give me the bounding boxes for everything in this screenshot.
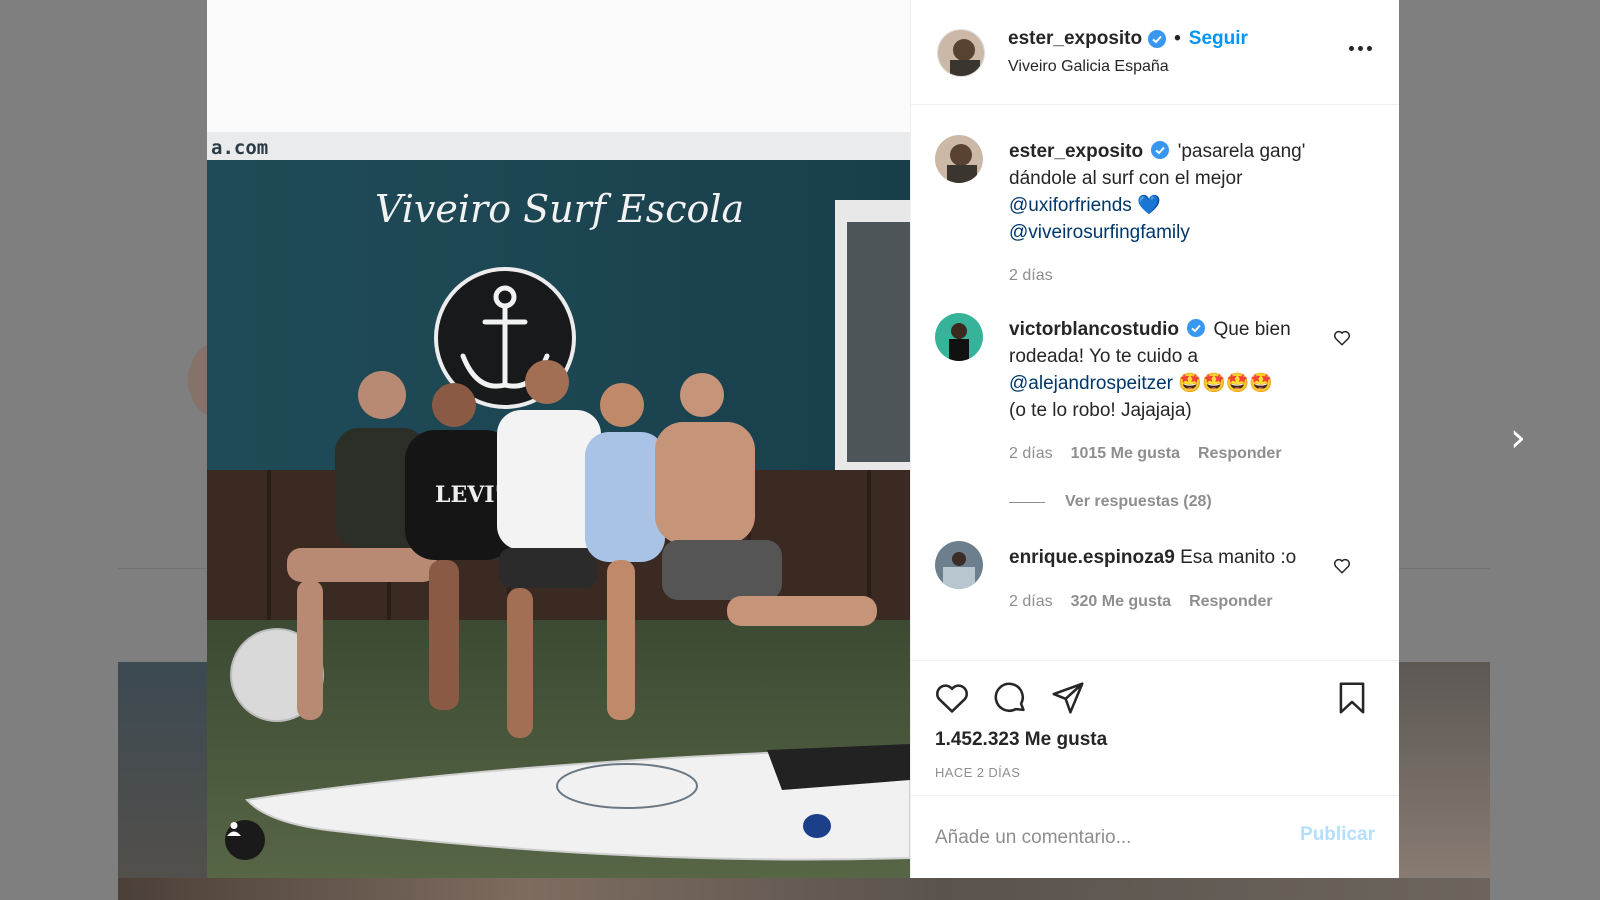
mention-link[interactable]: @alejandrospeitzer xyxy=(1009,373,1173,394)
comments-list[interactable]: ester_exposito 'pasarela gang' dándole a… xyxy=(911,105,1399,660)
publish-button[interactable]: Publicar xyxy=(1300,824,1375,846)
mention-link[interactable]: @uxiforfriends xyxy=(1009,195,1132,216)
avatar[interactable] xyxy=(935,135,983,183)
view-replies-button[interactable]: Ver respuestas (28) xyxy=(1009,493,1212,511)
backdrop-thumbnail-row xyxy=(118,878,1490,900)
comment-username[interactable]: victorblancostudio xyxy=(1009,319,1179,340)
comment-username[interactable]: enrique.espinoza9 xyxy=(1009,547,1175,568)
comment-icon[interactable] xyxy=(991,679,1029,717)
comment-text-part: (o te lo robo! Jajajaja) xyxy=(1009,400,1192,421)
follow-button[interactable]: Seguir xyxy=(1189,28,1248,50)
chevron-right-icon[interactable]: › xyxy=(1500,418,1536,458)
comment-meta: 2 días 320 Me gusta Responder xyxy=(1009,593,1273,611)
caption-text: ester_exposito 'pasarela gang' dándole a… xyxy=(1009,138,1319,246)
post-header: ester_exposito • Seguir Viveiro Galicia … xyxy=(911,0,1399,105)
more-icon[interactable] xyxy=(1345,38,1375,58)
post-photo: a.com Viveiro Surf Escola LEVI'S xyxy=(207,0,910,878)
verified-icon xyxy=(1148,30,1167,48)
post-actions: 1.452.323 Me gusta HACE 2 DÍAS xyxy=(911,660,1399,795)
avatar[interactable] xyxy=(935,313,983,361)
post-side-panel: ester_exposito • Seguir Viveiro Galicia … xyxy=(910,0,1399,878)
comment-text: enrique.espinoza9 Esa manito :o xyxy=(1009,544,1319,571)
post-location[interactable]: Viveiro Galicia España xyxy=(1008,58,1169,76)
mention-link[interactable]: @viveirosurfingfamily xyxy=(1009,222,1190,243)
comment-likes[interactable]: 1015 Me gusta xyxy=(1071,445,1180,463)
reply-button[interactable]: Responder xyxy=(1198,445,1282,463)
reply-button[interactable]: Responder xyxy=(1189,593,1273,611)
post-timestamp: HACE 2 DÍAS xyxy=(935,765,1021,780)
author-username[interactable]: ester_exposito xyxy=(1008,28,1142,50)
comment-text-part: Esa manito :o xyxy=(1180,547,1297,568)
comment-meta: 2 días 1015 Me gusta Responder xyxy=(1009,445,1282,463)
post-author: ester_exposito • Seguir xyxy=(1008,28,1248,50)
backdrop-thumbnail xyxy=(118,662,210,900)
comment-likes[interactable]: 320 Me gusta xyxy=(1071,593,1171,611)
heart-icon[interactable] xyxy=(1333,329,1353,349)
user-tag-icon[interactable] xyxy=(225,820,265,860)
view-replies-label: Ver respuestas (28) xyxy=(1065,493,1212,510)
photo-script-text: Viveiro Surf Escola xyxy=(375,187,744,231)
verified-icon xyxy=(1187,318,1206,337)
comment-text: victorblancostudio Que bien rodeada! Yo … xyxy=(1009,316,1319,424)
heart-emoji: 💙 xyxy=(1137,195,1161,216)
comment-input[interactable] xyxy=(935,824,1275,852)
separator-dot: • xyxy=(1174,28,1181,49)
verified-icon xyxy=(1151,140,1170,159)
add-comment-form: Publicar xyxy=(911,795,1399,877)
heart-icon[interactable] xyxy=(1333,557,1353,577)
photo-sign-text: a.com xyxy=(211,137,268,159)
comment-time[interactable]: 2 días xyxy=(1009,445,1053,463)
bookmark-icon[interactable] xyxy=(1333,679,1371,717)
caption-meta: 2 días xyxy=(1009,267,1053,285)
avatar[interactable] xyxy=(937,29,985,77)
avatar[interactable] xyxy=(935,541,983,589)
heart-icon[interactable] xyxy=(933,679,971,717)
post-modal: a.com Viveiro Surf Escola LEVI'S ester_e… xyxy=(207,0,1399,878)
likes-count[interactable]: 1.452.323 Me gusta xyxy=(935,729,1107,751)
replies-divider xyxy=(1009,501,1045,503)
caption-username[interactable]: ester_exposito xyxy=(1009,141,1143,162)
comment-time[interactable]: 2 días xyxy=(1009,593,1053,611)
caption-time[interactable]: 2 días xyxy=(1009,267,1053,285)
share-icon[interactable] xyxy=(1049,679,1087,717)
emoji-group: 🤩🤩🤩🤩 xyxy=(1178,373,1273,394)
